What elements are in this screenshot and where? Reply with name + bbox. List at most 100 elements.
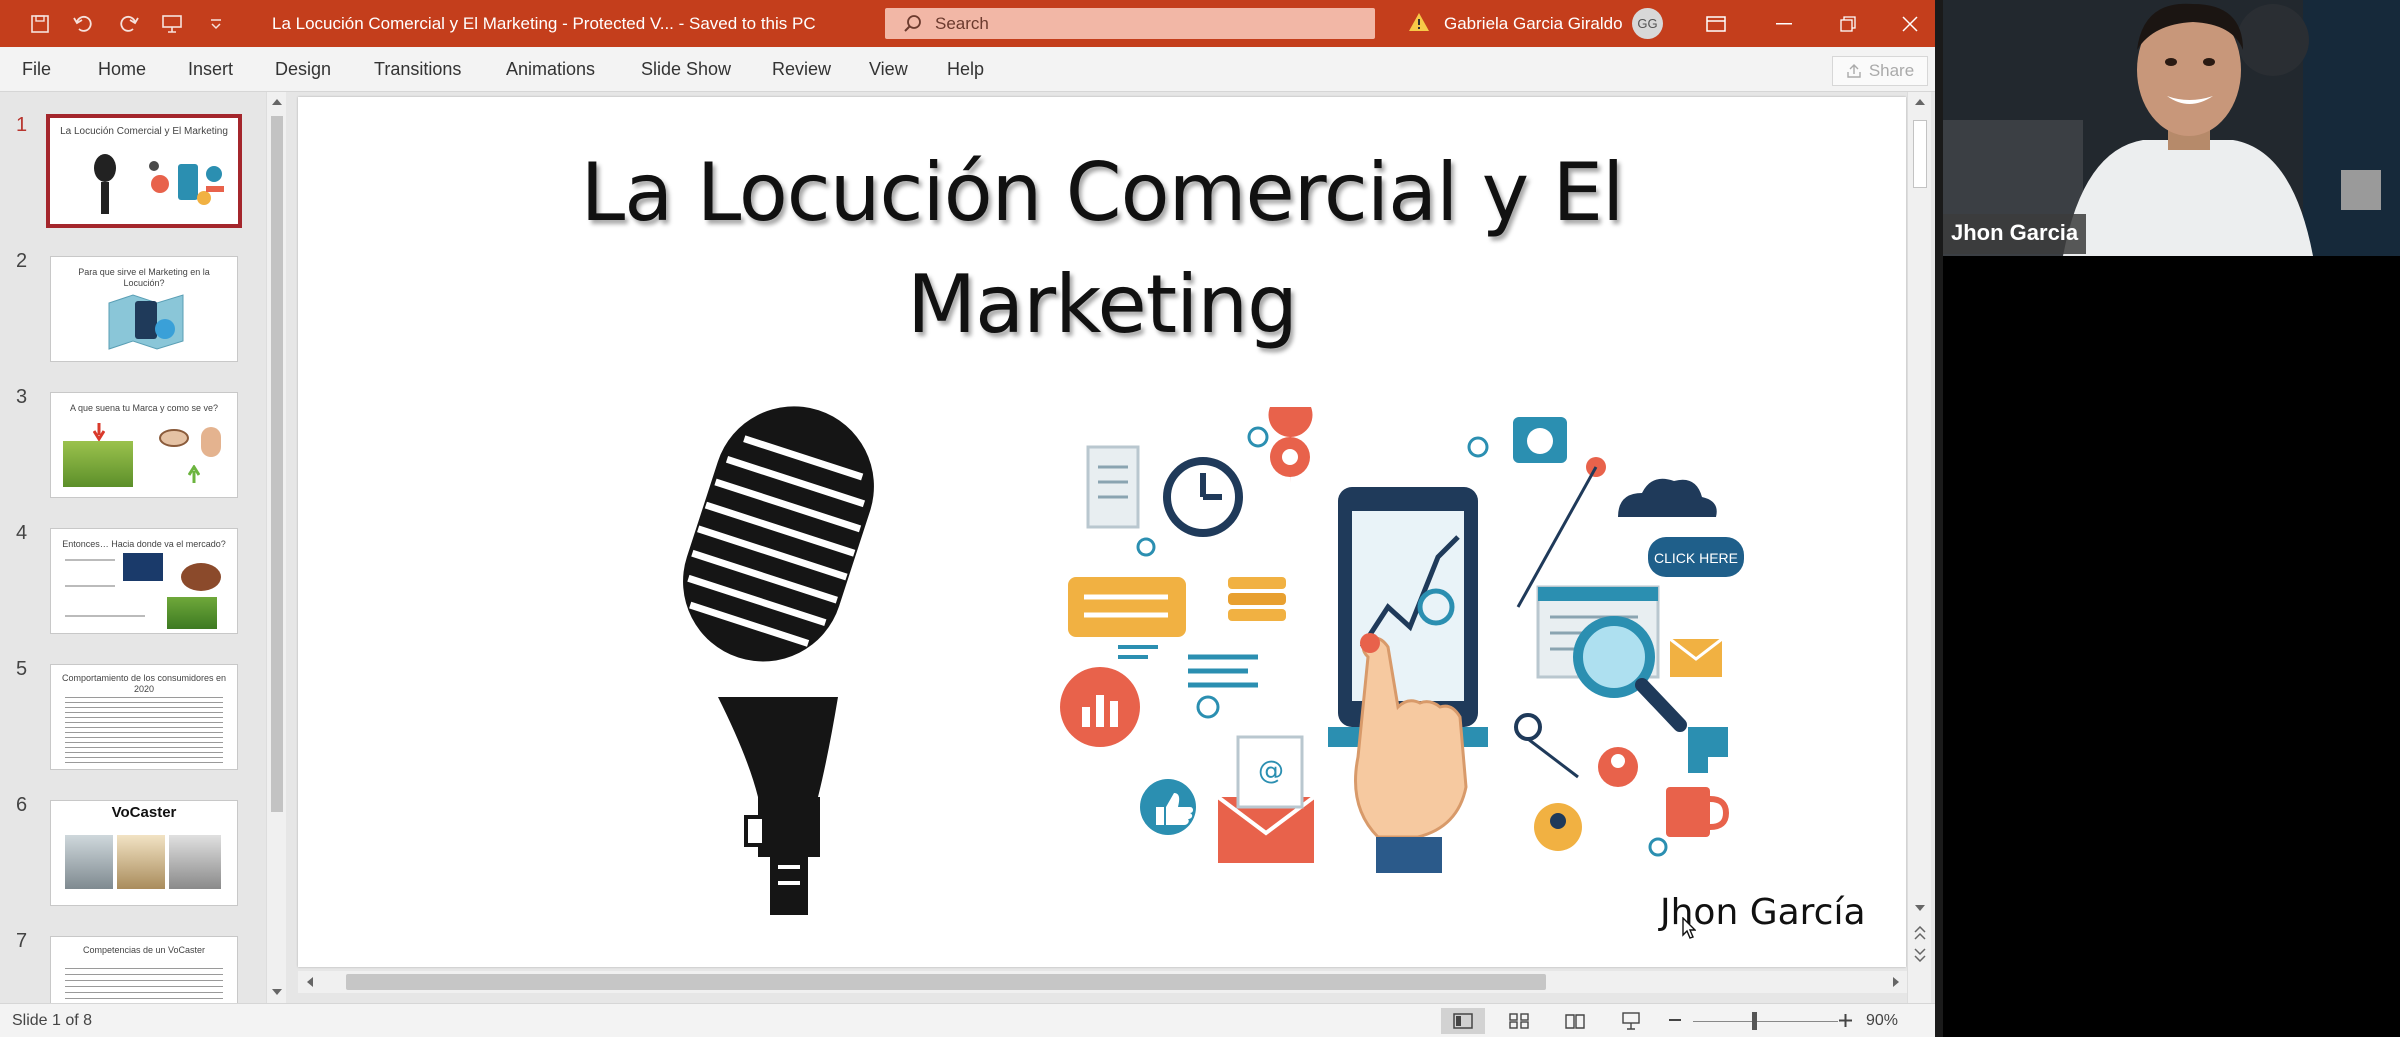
tab-design[interactable]: Design <box>275 47 331 92</box>
thumbnail-title: Para que sirve el Marketing en la Locuci… <box>78 267 210 288</box>
slide-thumbnail-7[interactable]: Competencias de un VoCaster <box>50 936 238 1003</box>
slide-editing-area: La Locución Comercial y El Marketing @ C… <box>290 92 1935 1003</box>
scroll-left-icon[interactable] <box>306 977 314 987</box>
text-lines-placeholder <box>65 693 223 763</box>
warning-icon[interactable] <box>1408 12 1430 37</box>
tab-transitions[interactable]: Transitions <box>374 47 461 92</box>
customize-toolbar-icon[interactable] <box>194 0 238 47</box>
thumbnail-number: 3 <box>16 386 28 408</box>
photo-thumbnail-image <box>65 835 113 889</box>
slide-horizontal-scrollbar[interactable] <box>298 971 1907 993</box>
tab-animations[interactable]: Animations <box>506 47 595 92</box>
undo-icon[interactable] <box>62 0 106 47</box>
thumbnail-number: 7 <box>16 930 28 952</box>
map-thumbnail-icon <box>108 294 184 350</box>
slide-thumbnails-pane: 1 La Locución Comercial y El Marketing 2… <box>0 92 290 1003</box>
thumbnails-scroll-thumb[interactable] <box>271 116 283 812</box>
scroll-up-icon[interactable] <box>272 98 282 106</box>
marketing-thumbnail-icon <box>149 161 224 205</box>
slide-count: Slide 1 of 8 <box>12 1012 93 1029</box>
zoom-in-icon[interactable] <box>1839 1014 1852 1027</box>
close-icon[interactable] <box>1880 0 1935 47</box>
click-here-label: CLICK HERE <box>1654 550 1738 566</box>
thumbnail-title: Comportamiento de los consumidores en 20… <box>61 673 227 694</box>
slide-thumbnail-4[interactable]: Entonces… Hacia donde va el mercado? <box>50 528 238 634</box>
slide-thumbnail-6[interactable]: VoCaster <box>50 800 238 906</box>
scroll-up-icon[interactable] <box>1915 98 1925 106</box>
mouse-pointer-icon <box>1682 917 1696 939</box>
slide-sorter-icon <box>1509 1013 1529 1029</box>
reading-view-button[interactable] <box>1553 1008 1597 1034</box>
thumbnail-title: Entonces… Hacia donde va el mercado? <box>62 539 226 549</box>
previous-slide-icon[interactable] <box>1914 926 1926 940</box>
microphone-illustration[interactable] <box>658 397 918 937</box>
slide-thumbnail-5[interactable]: Comportamiento de los consumidores en 20… <box>50 664 238 770</box>
thumbnail-number: 6 <box>16 794 28 816</box>
save-icon[interactable] <box>18 0 62 47</box>
slideshow-icon <box>1622 1012 1640 1030</box>
slide-canvas[interactable]: La Locución Comercial y El Marketing @ C… <box>298 97 1906 967</box>
tab-review[interactable]: Review <box>772 47 831 92</box>
present-icon[interactable] <box>150 0 194 47</box>
hat-thumbnail-image <box>181 563 221 591</box>
slide-thumbnail-3[interactable]: A que suena tu Marca y como se ve? <box>50 392 238 498</box>
redo-icon[interactable] <box>106 0 150 47</box>
slide-title[interactable]: La Locución Comercial y El Marketing <box>298 137 1906 361</box>
search-box[interactable]: Search <box>885 8 1375 39</box>
share-button[interactable]: Share <box>1832 56 1928 86</box>
horizontal-scroll-thumb[interactable] <box>346 974 1546 990</box>
normal-view-button[interactable] <box>1441 1008 1485 1034</box>
tab-view[interactable]: View <box>869 47 908 92</box>
slide-title-line-2: Marketing <box>907 258 1298 351</box>
ribbon-display-icon[interactable] <box>1686 0 1746 47</box>
avatar[interactable]: GG <box>1632 8 1663 39</box>
restore-icon[interactable] <box>1818 0 1878 47</box>
normal-view-icon <box>1453 1013 1473 1029</box>
title-bar: La Locución Comercial y El Marketing - P… <box>0 0 1935 47</box>
tab-slide-show[interactable]: Slide Show <box>641 47 731 92</box>
powerpoint-window: La Locución Comercial y El Marketing - P… <box>0 0 1935 1037</box>
ribbon-tabs: File Home Insert Design Transitions Anim… <box>0 47 1935 92</box>
photo-thumbnail-image <box>169 835 221 889</box>
slideshow-view-button[interactable] <box>1609 1008 1653 1034</box>
search-placeholder: Search <box>935 13 989 33</box>
tab-insert[interactable]: Insert <box>188 47 233 92</box>
slide-scroll-thumb[interactable] <box>1913 120 1927 188</box>
status-bar: Slide 1 of 8 90% <box>0 1003 1935 1037</box>
slide-thumbnail-1[interactable]: La Locución Comercial y El Marketing <box>46 114 242 228</box>
zoom-out-icon[interactable] <box>1669 1019 1681 1022</box>
arrow-up-icon <box>188 465 200 483</box>
slide-title-line-1: La Locución Comercial y El <box>580 146 1625 239</box>
reading-view-icon <box>1565 1014 1585 1029</box>
zoom-slider-thumb[interactable] <box>1752 1012 1757 1030</box>
thumbnails-scrollbar[interactable] <box>266 92 286 1003</box>
thumbnail-title: A que suena tu Marca y como se ve? <box>69 403 219 413</box>
thumbnail-number: 5 <box>16 658 28 680</box>
next-slide-icon[interactable] <box>1914 948 1926 962</box>
tab-help[interactable]: Help <box>947 47 984 92</box>
scroll-down-icon[interactable] <box>272 988 282 996</box>
document-title: La Locución Comercial y El Marketing - P… <box>272 14 816 33</box>
nature-thumbnail-image <box>167 597 217 629</box>
zoom-slider-track[interactable] <box>1693 1021 1838 1022</box>
tab-home[interactable]: Home <box>98 47 146 92</box>
zoom-level[interactable]: 90% <box>1866 1004 1898 1037</box>
participant-video-tile[interactable]: Jhon Garcia <box>1943 0 2400 256</box>
thumbnail-title: La Locución Comercial y El Marketing <box>60 126 228 137</box>
tab-file[interactable]: File <box>22 47 51 92</box>
scroll-right-icon[interactable] <box>1892 977 1900 987</box>
digital-marketing-illustration[interactable]: @ CLICK HERE <box>1058 407 1758 877</box>
slide-vertical-scrollbar[interactable] <box>1907 92 1931 1003</box>
thumbnail-number: 4 <box>16 522 28 544</box>
slide-thumbnail-2[interactable]: Para que sirve el Marketing en la Locuci… <box>50 256 238 362</box>
svg-text:@: @ <box>1258 756 1284 786</box>
photo-thumbnail-image <box>117 835 165 889</box>
minimize-icon[interactable] <box>1754 0 1814 47</box>
slide-sorter-button[interactable] <box>1497 1008 1541 1034</box>
arrow-down-icon <box>93 423 105 441</box>
share-icon <box>1847 64 1861 78</box>
ear-thumbnail-image <box>201 427 221 457</box>
account-name[interactable]: Gabriela Garcia Giraldo <box>1444 0 1623 47</box>
scroll-down-icon[interactable] <box>1915 904 1925 912</box>
quick-access-toolbar <box>18 0 238 47</box>
